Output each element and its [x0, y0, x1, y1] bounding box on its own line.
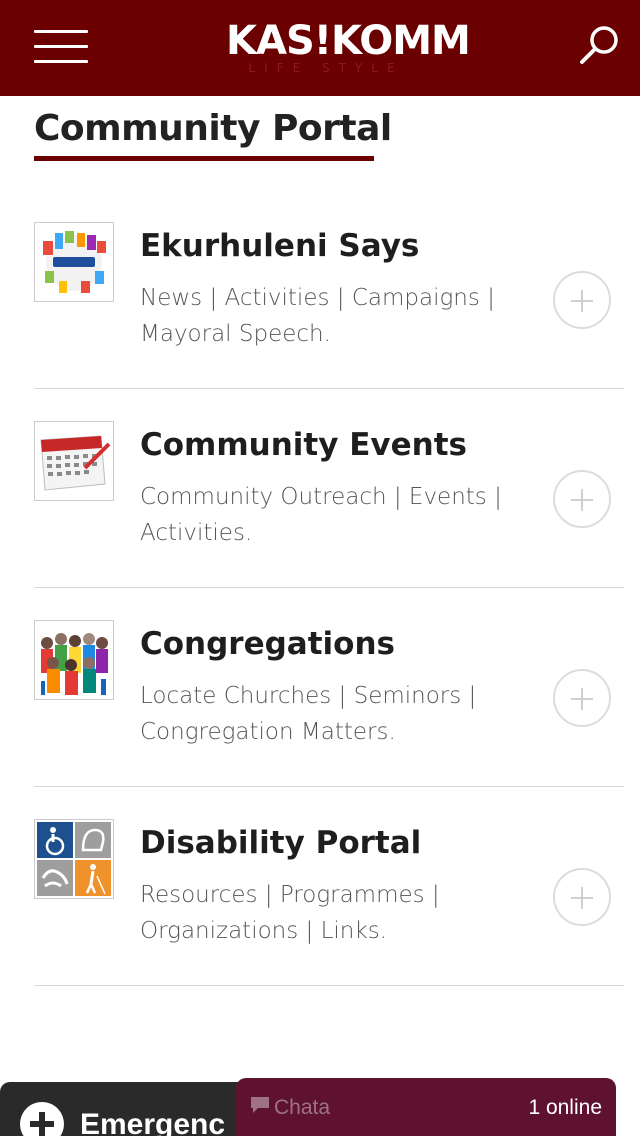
title-underline — [34, 156, 374, 161]
list-item-disability-portal[interactable]: Disability Portal Resources | Programmes… — [34, 787, 624, 986]
item-description: Resources | Programmes | Organizations |… — [140, 882, 440, 944]
crowd-icon — [34, 620, 114, 700]
item-description: Community Outreach | Events | Activities… — [140, 484, 502, 546]
item-description: News | Activities | Campaigns | Mayoral … — [140, 285, 495, 347]
ekurhuleni-logo-icon — [34, 222, 114, 302]
item-title: Congregations — [140, 626, 395, 662]
brand-logo-text: KAS!KOMM — [226, 18, 471, 64]
menu-icon-bar — [34, 30, 88, 33]
search-icon[interactable] — [576, 22, 622, 68]
chat-widget[interactable]: Chata 1 online — [236, 1078, 616, 1136]
expand-plus-icon[interactable] — [553, 470, 611, 528]
item-title: Ekurhuleni Says — [140, 228, 420, 264]
expand-plus-icon[interactable] — [553, 669, 611, 727]
list-item-ekurhuleni-says[interactable]: Ekurhuleni Says News | Activities | Camp… — [34, 190, 624, 389]
online-count: 1 online — [528, 1096, 602, 1119]
expand-plus-icon[interactable] — [553, 868, 611, 926]
accessibility-icon — [34, 819, 114, 899]
menu-icon-bar — [34, 60, 88, 63]
item-description: Locate Churches | Seminors | Congregatio… — [140, 683, 477, 745]
app-header: KAS!KOMM LIFE STYLE — [0, 0, 640, 96]
menu-icon-bar — [34, 45, 88, 48]
chat-bubble-icon — [250, 1096, 270, 1114]
brand-logo[interactable]: KAS!KOMM LIFE STYLE — [226, 18, 471, 82]
item-title: Community Events — [140, 427, 467, 463]
chat-label: Chata — [274, 1096, 331, 1119]
brand-logo-subtext: LIFE STYLE — [248, 61, 404, 75]
item-title: Disability Portal — [140, 825, 422, 861]
calendar-icon — [34, 421, 114, 501]
list-item-congregations[interactable]: Congregations Locate Churches | Seminors… — [34, 588, 624, 787]
list-item-community-events[interactable]: Community Events Community Outreach | Ev… — [34, 389, 624, 588]
emergency-label: Emergenc — [80, 1108, 226, 1136]
expand-plus-icon[interactable] — [553, 271, 611, 329]
plus-icon[interactable] — [20, 1102, 64, 1136]
menu-icon[interactable] — [34, 30, 88, 64]
page-title: Community Portal — [34, 108, 392, 149]
